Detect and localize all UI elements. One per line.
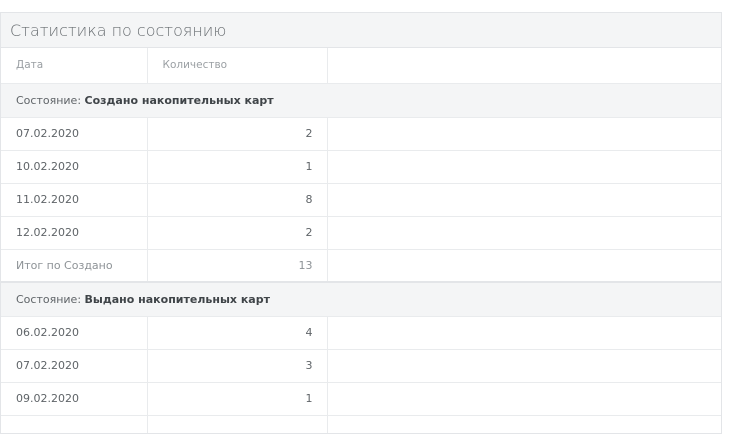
cell-count: 4 bbox=[147, 316, 328, 350]
cell-count: 1 bbox=[147, 150, 328, 184]
cell-count: 8 bbox=[147, 183, 328, 217]
panel-title: Статистика по состоянию bbox=[1, 13, 721, 48]
statistics-table: Дата Количество Состояние: Создано накоп… bbox=[1, 48, 721, 433]
table-header-row: Дата Количество bbox=[1, 48, 721, 84]
table-row[interactable]: 06.02.2020 4 bbox=[1, 316, 721, 350]
cell-date: 07.02.2020 bbox=[1, 117, 148, 151]
cell-empty bbox=[327, 216, 721, 250]
group-name: Выдано накопительных карт bbox=[84, 292, 270, 306]
table-row[interactable]: 11.02.2020 8 bbox=[1, 183, 721, 217]
cell-date: 12.02.2020 bbox=[1, 216, 148, 250]
cell-date: 06.02.2020 bbox=[1, 316, 148, 350]
cell-date: 09.02.2020 bbox=[1, 382, 148, 416]
cell-count: 2 bbox=[147, 216, 328, 250]
total-label: Итог по Создано bbox=[1, 249, 148, 283]
table-row[interactable]: 09.02.2020 1 bbox=[1, 382, 721, 416]
column-header-date[interactable]: Дата bbox=[1, 48, 148, 84]
cell-count bbox=[147, 415, 328, 433]
cell-empty bbox=[327, 415, 721, 433]
cell-date: 11.02.2020 bbox=[1, 183, 148, 217]
group-row-issued[interactable]: Состояние: Выдано накопительных карт bbox=[1, 282, 721, 317]
group-prefix: Состояние: bbox=[16, 93, 85, 107]
table-row[interactable] bbox=[1, 415, 721, 433]
cell-empty bbox=[327, 349, 721, 383]
total-row-created: Итог по Создано 13 bbox=[1, 249, 721, 283]
table-row[interactable]: 07.02.2020 2 bbox=[1, 117, 721, 151]
state-statistics-panel: Статистика по состоянию Дата Количество … bbox=[0, 12, 722, 434]
cell-empty bbox=[327, 316, 721, 350]
cell-date: 07.02.2020 bbox=[1, 349, 148, 383]
column-header-empty bbox=[327, 48, 721, 84]
cell-count: 3 bbox=[147, 349, 328, 383]
cell-count: 1 bbox=[147, 382, 328, 416]
group-row-created[interactable]: Состояние: Создано накопительных карт bbox=[1, 83, 721, 118]
cell-empty bbox=[327, 249, 721, 283]
cell-count: 2 bbox=[147, 117, 328, 151]
cell-empty bbox=[327, 183, 721, 217]
cell-date: 10.02.2020 bbox=[1, 150, 148, 184]
table-row[interactable]: 10.02.2020 1 bbox=[1, 150, 721, 184]
total-count: 13 bbox=[147, 249, 328, 283]
column-header-count[interactable]: Количество bbox=[147, 48, 328, 84]
group-label: Состояние: Создано накопительных карт bbox=[1, 83, 721, 118]
group-name: Создано накопительных карт bbox=[84, 93, 274, 107]
cell-empty bbox=[327, 382, 721, 416]
cell-empty bbox=[327, 150, 721, 184]
cell-date bbox=[1, 415, 148, 433]
group-label: Состояние: Выдано накопительных карт bbox=[1, 282, 721, 317]
cell-empty bbox=[327, 117, 721, 151]
table-row[interactable]: 07.02.2020 3 bbox=[1, 349, 721, 383]
table-row[interactable]: 12.02.2020 2 bbox=[1, 216, 721, 250]
group-prefix: Состояние: bbox=[16, 292, 85, 306]
